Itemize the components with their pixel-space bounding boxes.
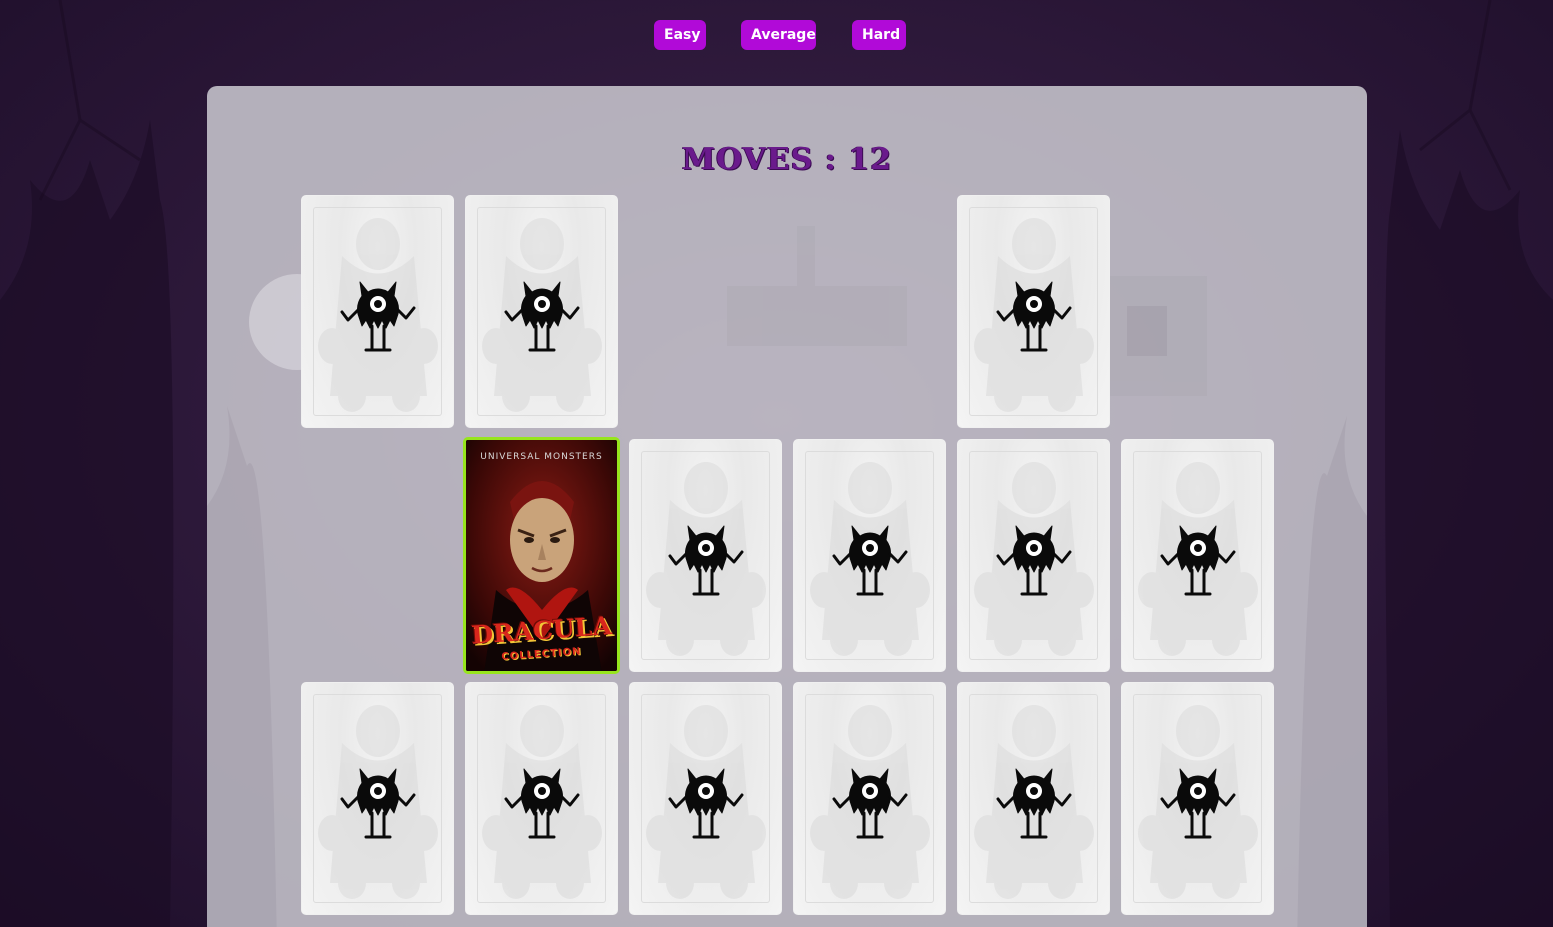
card-face-up[interactable]: UNIVERSAL MONSTERS DRACULA COLLECTION [463,437,620,674]
card-face-down[interactable] [301,195,454,428]
hard-button[interactable]: Hard [852,20,906,50]
one-eyed-monster-icon [504,768,580,839]
one-eyed-monster-icon [668,768,744,839]
one-eyed-monster-icon [996,281,1072,352]
game-board: MOVES : 12 UNIVERSAL MONSTERS DRACULA CO… [207,86,1367,927]
one-eyed-monster-icon [668,525,744,596]
one-eyed-monster-icon [832,768,908,839]
card-face-down[interactable] [629,439,782,672]
one-eyed-monster-icon [1160,768,1236,839]
average-button[interactable]: Average [741,20,816,50]
one-eyed-monster-icon [996,768,1072,839]
card-face-down[interactable] [1121,682,1274,915]
one-eyed-monster-icon [504,281,580,352]
one-eyed-monster-icon [340,768,416,839]
difficulty-selector: Easy Average Hard [0,20,1553,50]
moves-counter: MOVES : 12 [207,142,1367,177]
card-face-down[interactable] [793,439,946,672]
card-face-down[interactable] [793,682,946,915]
moves-label: MOVES [681,142,814,177]
easy-button[interactable]: Easy [654,20,706,50]
card-face-down[interactable] [301,682,454,915]
card-face-down[interactable] [957,682,1110,915]
card-face-down[interactable] [957,195,1110,428]
one-eyed-monster-icon [1160,525,1236,596]
card-face-down[interactable] [465,195,618,428]
card-face-down[interactable] [629,682,782,915]
moves-separator: : [813,142,849,177]
one-eyed-monster-icon [340,281,416,352]
poster-brand: UNIVERSAL MONSTERS [480,452,603,462]
card-face-down[interactable] [1121,439,1274,672]
card-face-down[interactable] [465,682,618,915]
one-eyed-monster-icon [832,525,908,596]
moves-count: 12 [848,142,893,177]
one-eyed-monster-icon [996,525,1072,596]
card-face-down[interactable] [957,439,1110,672]
